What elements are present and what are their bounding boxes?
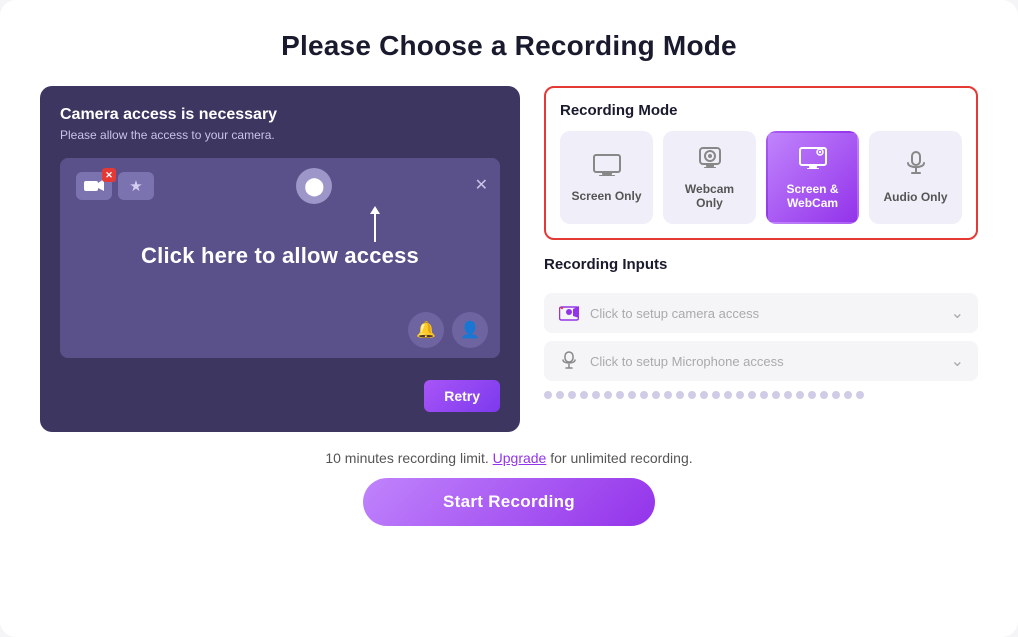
mode-screen-only[interactable]: Screen Only	[560, 131, 653, 224]
start-recording-button[interactable]: Start Recording	[363, 478, 655, 526]
record-circle-icon: ⬤	[296, 168, 332, 204]
close-preview-button[interactable]: ✕	[475, 178, 488, 194]
recording-mode-label: Recording Mode	[560, 102, 962, 119]
screen-webcam-label: Screen & WebCam	[774, 182, 851, 210]
error-badge: ✕	[102, 168, 116, 182]
dot	[772, 391, 780, 399]
dot	[844, 391, 852, 399]
user-icon: 👤	[452, 312, 488, 348]
mode-screen-webcam[interactable]: Screen & WebCam	[766, 131, 859, 224]
dot	[796, 391, 804, 399]
camera-panel-subtitle: Please allow the access to your camera.	[60, 128, 500, 142]
preview-bottom-bar: 🔔 👤	[72, 312, 488, 348]
audio-only-label: Audio Only	[884, 190, 948, 204]
mode-options: Screen Only Webcam Only	[560, 131, 962, 224]
dot	[832, 391, 840, 399]
mic-input-icon	[558, 351, 580, 371]
dot	[712, 391, 720, 399]
recording-inputs-section: Recording Inputs Click to setup camera a…	[544, 256, 978, 399]
dot	[820, 391, 828, 399]
screen-webcam-icon	[799, 145, 827, 176]
dot	[556, 391, 564, 399]
mic-input-row[interactable]: Click to setup Microphone access ⌄	[544, 341, 978, 381]
recording-mode-section: Recording Mode Screen Only	[544, 86, 978, 240]
toolbar-icons: ✕ ★	[76, 172, 154, 200]
mode-audio-only[interactable]: Audio Only	[869, 131, 962, 224]
dot	[748, 391, 756, 399]
dot	[544, 391, 552, 399]
main-container: Please Choose a Recording Mode Camera ac…	[0, 0, 1018, 637]
dot	[568, 391, 576, 399]
preview-bottom-icons: 🔔 👤	[408, 312, 488, 348]
recording-inputs-label: Recording Inputs	[544, 256, 978, 273]
dot	[628, 391, 636, 399]
right-panel: Recording Mode Screen Only	[544, 86, 978, 399]
screen-only-icon	[593, 152, 621, 183]
screen-only-label: Screen Only	[571, 189, 641, 203]
dot	[808, 391, 816, 399]
upgrade-link[interactable]: Upgrade	[493, 450, 547, 466]
dot	[676, 391, 684, 399]
camera-icon-wrapper: ✕	[76, 172, 112, 200]
footer-section: 10 minutes recording limit. Upgrade for …	[325, 450, 692, 526]
dot	[640, 391, 648, 399]
dot	[700, 391, 708, 399]
dot	[604, 391, 612, 399]
mic-chevron-icon: ⌄	[951, 351, 964, 371]
dot	[580, 391, 588, 399]
dot	[724, 391, 732, 399]
dot	[616, 391, 624, 399]
page-title: Please Choose a Recording Mode	[281, 30, 737, 62]
camera-preview-box: ✕ ★ ⬤ ✕ Click here to allow access	[60, 158, 500, 358]
camera-panel: Camera access is necessary Please allow …	[40, 86, 520, 432]
mic-input-text: Click to setup Microphone access	[590, 354, 941, 369]
camera-panel-title: Camera access is necessary	[60, 106, 500, 124]
camera-input-row[interactable]: Click to setup camera access ⌄	[544, 293, 978, 333]
dot	[784, 391, 792, 399]
dot	[592, 391, 600, 399]
dot	[652, 391, 660, 399]
dots-row	[544, 391, 978, 399]
mode-webcam-only[interactable]: Webcam Only	[663, 131, 756, 224]
dot	[856, 391, 864, 399]
dot	[664, 391, 672, 399]
webcam-only-icon	[697, 145, 723, 176]
content-row: Camera access is necessary Please allow …	[40, 86, 978, 432]
allow-access-text: Click here to allow access	[141, 243, 419, 269]
dot	[760, 391, 768, 399]
camera-input-text: Click to setup camera access	[590, 306, 941, 321]
dot	[688, 391, 696, 399]
preview-top-bar: ✕ ★ ⬤ ✕	[72, 168, 488, 204]
camera-chevron-icon: ⌄	[951, 303, 964, 323]
bell-icon: 🔔	[408, 312, 444, 348]
audio-only-icon	[905, 151, 927, 184]
star-icon: ★	[118, 172, 154, 200]
dot	[736, 391, 744, 399]
retry-button[interactable]: Retry	[424, 380, 500, 412]
camera-input-icon	[558, 305, 580, 321]
webcam-only-label: Webcam Only	[671, 182, 748, 210]
arrow-indicator	[370, 206, 380, 242]
limit-text: 10 minutes recording limit. Upgrade for …	[325, 450, 692, 466]
